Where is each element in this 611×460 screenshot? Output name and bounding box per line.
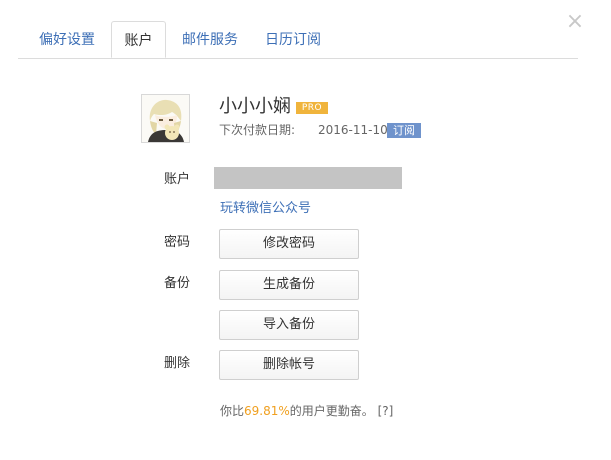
pro-badge: PRO: [296, 102, 328, 114]
diligence-note: 你比69.81%的用户更勤奋。 [?]: [220, 403, 393, 419]
help-link[interactable]: [?]: [378, 404, 394, 418]
tab-mail-service[interactable]: 邮件服务: [173, 21, 247, 57]
change-password-button[interactable]: 修改密码: [219, 229, 359, 259]
tab-preferences[interactable]: 偏好设置: [30, 21, 104, 57]
settings-dialog: × 偏好设置 账户 邮件服务 日历订阅 小小小娴 PRO 下次付款日期: 201…: [0, 0, 611, 460]
tab-calendar-subscription[interactable]: 日历订阅: [256, 21, 330, 57]
diligence-suffix: 的用户更勤奋。: [289, 404, 374, 418]
diligence-prefix: 你比: [220, 404, 245, 418]
next-payment-date: 2016-11-10: [318, 123, 388, 137]
masked-account-field: [214, 167, 402, 189]
generate-backup-button[interactable]: 生成备份: [219, 270, 359, 300]
wechat-official-account-link[interactable]: 玩转微信公众号: [220, 200, 311, 218]
tab-account[interactable]: 账户: [111, 21, 166, 58]
diligence-percent: 69.81%: [244, 404, 290, 418]
subscribe-button[interactable]: 订阅: [387, 123, 421, 138]
tab-bar: 偏好设置 账户 邮件服务 日历订阅: [18, 21, 578, 59]
avatar-image: [142, 95, 189, 142]
import-backup-button[interactable]: 导入备份: [219, 310, 359, 340]
avatar: [141, 94, 190, 143]
next-payment-label: 下次付款日期:: [219, 123, 296, 137]
password-label: 密码: [164, 235, 191, 250]
account-label: 账户: [164, 172, 191, 187]
backup-label: 备份: [164, 276, 191, 291]
delete-label: 删除: [164, 356, 191, 371]
delete-account-button[interactable]: 删除帐号: [219, 350, 359, 380]
username: 小小小娴: [219, 96, 291, 117]
